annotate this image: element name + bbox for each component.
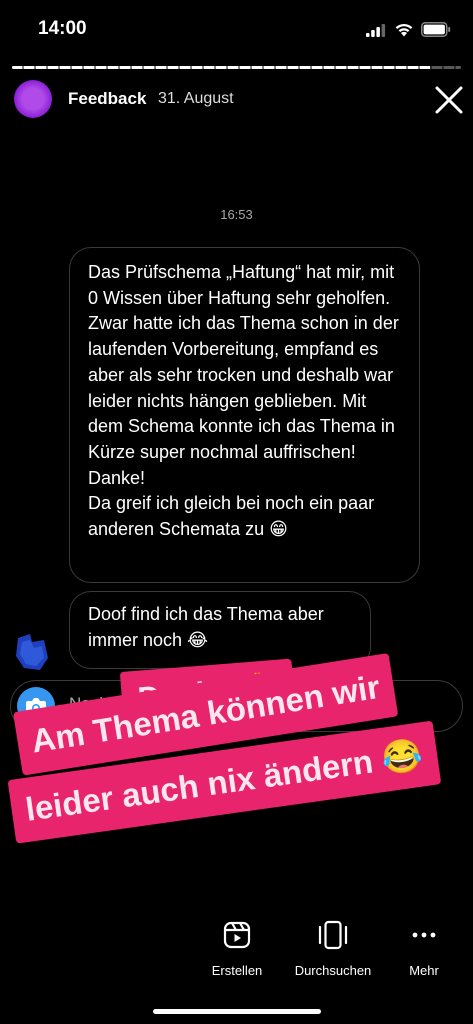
more-label: Mehr xyxy=(409,963,439,978)
reels-create-icon xyxy=(223,921,251,949)
create-button[interactable]: Erstellen xyxy=(205,920,269,978)
browse-label: Durchsuchen xyxy=(294,963,372,978)
cellular-signal-icon xyxy=(366,24,386,37)
avatar[interactable] xyxy=(14,80,52,118)
status-bar: 14:00 xyxy=(0,0,473,60)
create-label: Erstellen xyxy=(211,963,263,978)
more-dots-icon xyxy=(412,932,436,938)
sender-avatar-icon xyxy=(16,634,48,670)
home-indicator[interactable] xyxy=(153,1009,321,1014)
close-icon[interactable] xyxy=(433,84,465,116)
camera-button[interactable] xyxy=(17,687,55,725)
reply-bar xyxy=(10,680,463,732)
camera-icon xyxy=(26,698,46,715)
account-name[interactable]: Feedback xyxy=(68,89,146,109)
overlay-text-line3: leider auch nix ändern 😂 xyxy=(7,720,441,844)
wifi-icon xyxy=(395,23,413,37)
story-date: 31. August xyxy=(158,90,234,107)
battery-icon xyxy=(421,22,451,37)
browse-button[interactable]: Durchsuchen xyxy=(288,920,378,978)
message-bubble: Das Prüfschema „Haftung“ hat mir, mit 0 … xyxy=(69,247,420,583)
browse-icon xyxy=(318,920,348,950)
reply-input[interactable] xyxy=(69,694,129,714)
status-time: 14:00 xyxy=(38,18,87,39)
more-button[interactable]: Mehr xyxy=(400,920,448,978)
message-bubble: Doof find ich das Thema aber immer noch … xyxy=(69,591,371,669)
story-progress-segments xyxy=(12,66,461,69)
story-header: Feedback 31. August xyxy=(0,78,473,122)
message-timestamp: 16:53 xyxy=(220,207,253,222)
